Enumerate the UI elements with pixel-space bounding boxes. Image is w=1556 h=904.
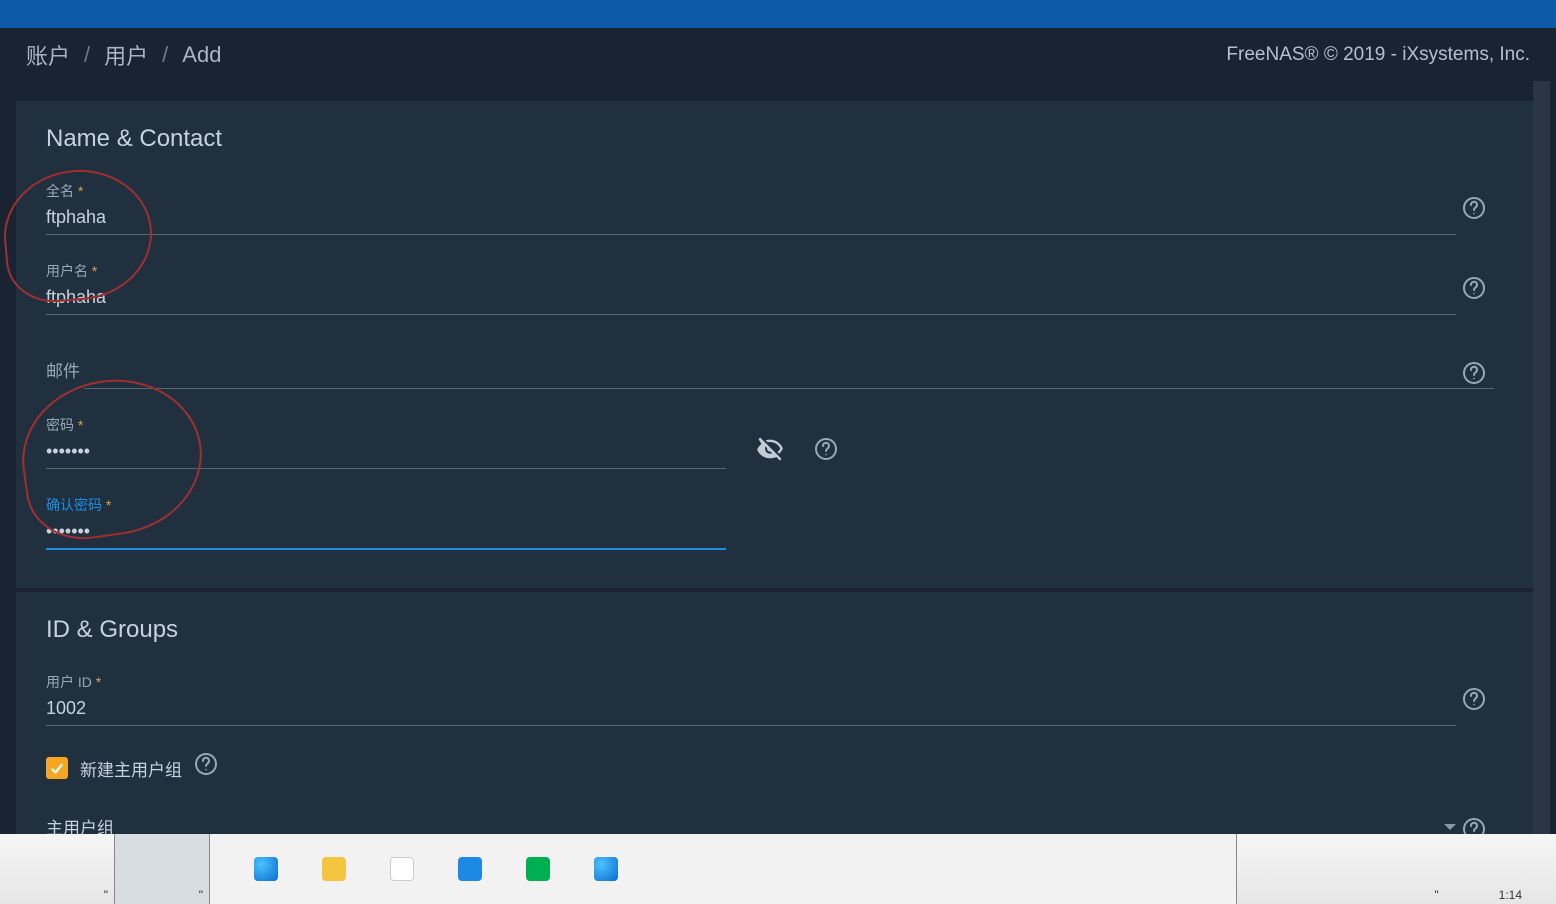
taskbar-app-icon[interactable] xyxy=(526,857,550,881)
confirm-password-input[interactable] xyxy=(46,517,726,550)
help-icon[interactable] xyxy=(814,437,838,461)
taskbar-app-icon[interactable] xyxy=(458,857,482,881)
taskbar-clock: 1:14 xyxy=(1499,888,1522,902)
visibility-off-icon[interactable] xyxy=(756,435,784,463)
fullname-field-group: 全名 * xyxy=(46,181,1510,235)
content-area: Name & Contact 全名 * 用户名 * 邮件 xyxy=(0,81,1556,834)
fullname-input[interactable] xyxy=(46,203,1456,235)
primary-group-label: 主用户组 xyxy=(46,814,114,834)
section-title-name-contact: Name & Contact xyxy=(46,125,1510,153)
taskbar-icons xyxy=(210,834,1236,904)
top-app-bar xyxy=(0,0,1556,28)
copyright-text: FreeNAS® © 2019 - iXsystems, Inc. xyxy=(1226,44,1530,66)
help-icon[interactable] xyxy=(1462,276,1486,300)
userid-label: 用户 ID * xyxy=(46,672,1510,692)
section-title-id-groups: ID & Groups xyxy=(46,616,1510,644)
primary-group-field-group: 主用户组 xyxy=(46,814,1510,834)
userid-input[interactable] xyxy=(46,694,1456,726)
breadcrumb-separator: / xyxy=(162,42,168,68)
chevron-down-icon xyxy=(1444,824,1456,830)
taskbar-system-tray[interactable]: " 1:14 xyxy=(1236,834,1556,904)
taskbar-app-icon[interactable] xyxy=(322,857,346,881)
scrollbar[interactable] xyxy=(1533,81,1550,834)
taskbar-app-icon[interactable] xyxy=(254,857,278,881)
id-groups-card: ID & Groups 用户 ID * 新建主用户组 主用户组 xyxy=(16,592,1540,834)
breadcrumb-level-2[interactable]: 用户 xyxy=(104,39,148,71)
breadcrumb-separator: / xyxy=(84,42,90,68)
taskbar-segment: " xyxy=(115,834,210,904)
new-primary-group-row: 新建主用户组 xyxy=(46,752,1510,784)
taskbar-app-icon[interactable] xyxy=(390,857,414,881)
username-label: 用户名 * xyxy=(46,261,1510,281)
email-input[interactable] xyxy=(84,357,1494,389)
help-icon[interactable] xyxy=(1462,817,1486,834)
breadcrumb-level-1[interactable]: 账户 xyxy=(26,39,70,71)
taskbar-segment: " xyxy=(0,834,115,904)
password-input[interactable] xyxy=(46,437,726,469)
confirm-password-label: 确认密码 * xyxy=(46,495,726,515)
help-icon[interactable] xyxy=(194,752,218,776)
email-field-group: 邮件 xyxy=(46,357,1510,389)
help-icon[interactable] xyxy=(1462,196,1486,220)
username-field-group: 用户名 * xyxy=(46,261,1510,315)
breadcrumb-level-3: Add xyxy=(182,42,221,68)
email-label: 邮件 xyxy=(46,357,80,382)
new-primary-group-checkbox[interactable] xyxy=(46,757,68,779)
username-input[interactable] xyxy=(46,283,1456,315)
password-field-group: 密码 * xyxy=(46,415,726,469)
taskbar-app-icon[interactable] xyxy=(594,857,618,881)
name-contact-card: Name & Contact 全名 * 用户名 * 邮件 xyxy=(16,101,1540,588)
userid-field-group: 用户 ID * xyxy=(46,672,1510,726)
password-row: 密码 * xyxy=(46,415,1510,469)
primary-group-select[interactable]: 主用户组 xyxy=(46,814,1456,834)
new-primary-group-label: 新建主用户组 xyxy=(80,756,182,781)
breadcrumb-bar: 账户 / 用户 / Add FreeNAS® © 2019 - iXsystem… xyxy=(0,28,1556,81)
os-taskbar: " " " 1:14 xyxy=(0,834,1556,904)
fullname-label: 全名 * xyxy=(46,181,1510,201)
help-icon[interactable] xyxy=(1462,361,1486,385)
help-icon[interactable] xyxy=(1462,687,1486,711)
breadcrumb: 账户 / 用户 / Add xyxy=(26,39,221,71)
confirm-password-field-group: 确认密码 * xyxy=(46,495,726,550)
password-label: 密码 * xyxy=(46,415,726,435)
